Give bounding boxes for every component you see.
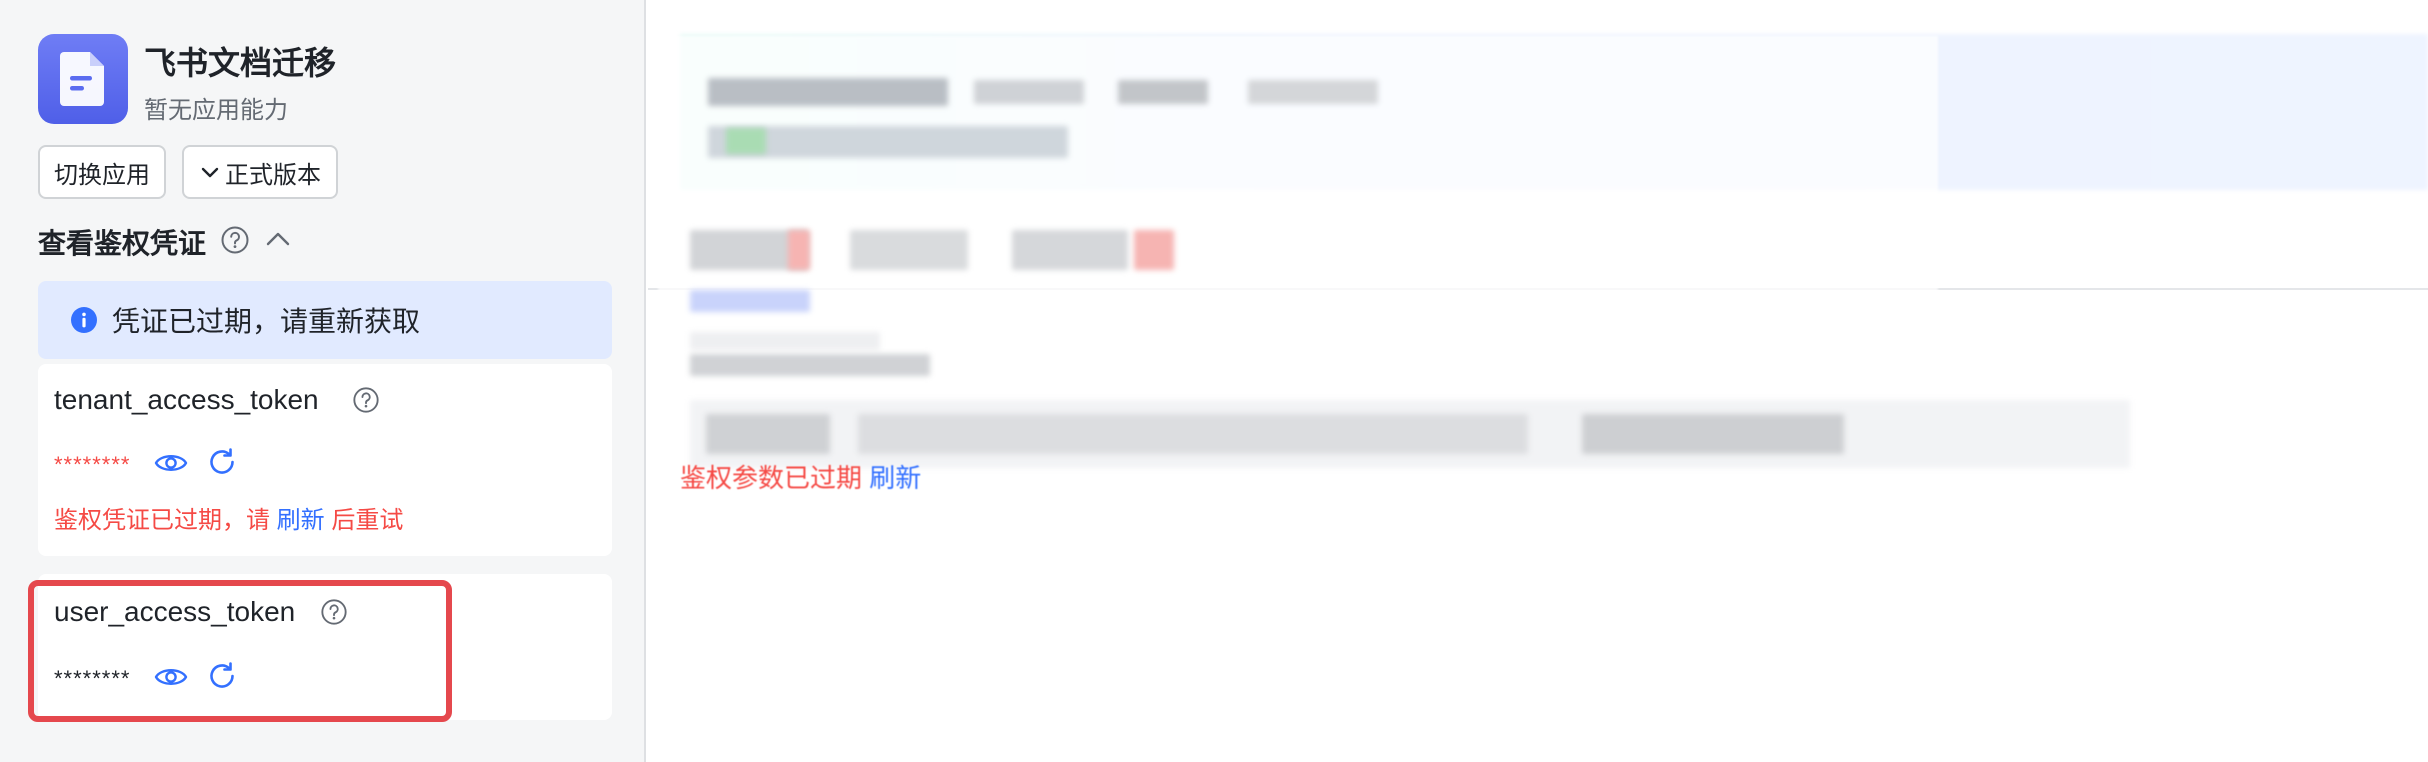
- blurred-text: [690, 354, 930, 376]
- blurred-text: [690, 332, 880, 350]
- bottom-refresh-link[interactable]: 刷新: [869, 463, 921, 493]
- switch-app-button[interactable]: 切换应用: [38, 145, 166, 199]
- eye-icon[interactable]: [154, 450, 188, 476]
- tenant-token-error: 鉴权凭证已过期，请 刷新 后重试: [54, 500, 403, 535]
- blurred-tab: [1134, 230, 1174, 270]
- document-icon: [38, 34, 128, 124]
- bottom-error-text: 鉴权参数已过期 刷新: [680, 458, 921, 495]
- eye-icon[interactable]: [154, 664, 188, 690]
- refresh-icon[interactable]: [206, 660, 238, 692]
- app-title: 飞书文档迁移: [144, 45, 337, 81]
- blurred-text: [706, 414, 830, 454]
- bottom-error-message: 鉴权参数已过期: [680, 463, 863, 493]
- alert-text: 凭证已过期，请重新获取: [112, 306, 421, 337]
- blurred-text: [1118, 80, 1208, 104]
- blurred-text: [1582, 414, 1844, 454]
- refresh-link[interactable]: 刷新: [277, 507, 325, 534]
- chevron-up-icon[interactable]: [264, 228, 292, 250]
- auth-section-title: 查看鉴权凭证: [38, 228, 207, 259]
- blurred-text: [726, 128, 766, 154]
- blurred-tab-indicator: [690, 290, 810, 312]
- blurred-tab: [850, 230, 968, 270]
- tenant-token-name: tenant_access_token: [54, 384, 319, 415]
- tenant-token-card: tenant_access_token ******** 鉴权凭证已过期，请 刷…: [38, 364, 612, 556]
- chevron-down-icon: [201, 167, 219, 178]
- error-prefix: 鉴权凭证已过期，请: [54, 507, 270, 534]
- right-panel: 鉴权参数已过期 刷新: [648, 0, 2428, 762]
- blurred-text: [974, 80, 1084, 104]
- blurred-text: [858, 414, 1528, 454]
- left-panel: 飞书文档迁移 暂无应用能力 切换应用 正式版本 查看鉴权凭证 凭证已过期，请重新…: [0, 0, 646, 762]
- refresh-icon[interactable]: [206, 446, 238, 478]
- version-dropdown-button[interactable]: 正式版本: [182, 145, 338, 199]
- version-label: 正式版本: [225, 161, 321, 189]
- app-subtitle: 暂无应用能力: [144, 97, 288, 124]
- help-icon[interactable]: [320, 598, 348, 626]
- user-token-masked-value: ********: [54, 666, 131, 691]
- info-icon: [70, 306, 98, 334]
- help-icon[interactable]: [220, 225, 250, 255]
- error-suffix: 后重试: [331, 507, 404, 534]
- blurred-text: [1248, 80, 1378, 104]
- tenant-token-masked-value: ********: [54, 452, 131, 477]
- blurred-tab: [788, 230, 810, 270]
- help-icon[interactable]: [352, 386, 380, 414]
- blurred-tab: [1012, 230, 1128, 270]
- user-token-card: user_access_token ********: [38, 574, 612, 720]
- switch-app-label: 切换应用: [54, 161, 150, 189]
- blurred-text: [708, 78, 948, 106]
- expired-alert: 凭证已过期，请重新获取: [38, 281, 612, 359]
- user-token-name: user_access_token: [54, 596, 296, 627]
